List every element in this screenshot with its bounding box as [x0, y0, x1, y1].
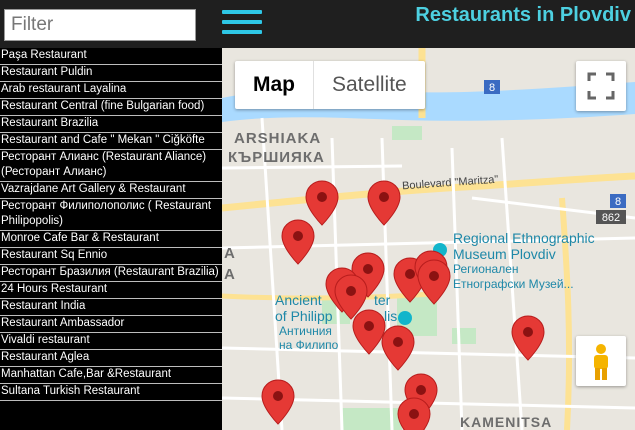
list-item[interactable]: Vazrajdane Art Gallery & Restaurant [0, 182, 222, 199]
map-type-control: Map Satellite [235, 61, 425, 109]
list-item[interactable]: Restaurant Aglea [0, 350, 222, 367]
list-item[interactable]: Ресторант Алианс (Restaurant Aliance) (Р… [0, 150, 222, 182]
restaurant-marker[interactable] [397, 397, 431, 430]
restaurant-marker[interactable] [281, 219, 315, 265]
list-item[interactable]: Vivaldi restaurant [0, 333, 222, 350]
restaurant-marker[interactable] [417, 259, 451, 305]
restaurant-marker[interactable] [352, 309, 386, 355]
top-bar: Restaurants in Plovdiv [0, 0, 635, 48]
map-type-satellite-button[interactable]: Satellite [314, 61, 425, 109]
restaurant-marker[interactable] [381, 325, 415, 371]
list-item[interactable]: Restaurant Brazilia [0, 116, 222, 133]
page-title: Restaurants in Plovdiv [415, 4, 631, 26]
list-item[interactable]: 24 Hours Restaurant [0, 282, 222, 299]
map-type-map-button[interactable]: Map [235, 61, 314, 109]
list-item[interactable]: Manhattan Cafe,Bar &Restaurant [0, 367, 222, 384]
list-item[interactable]: Ресторант Бразилия (Restaurant Brazilia) [0, 265, 222, 282]
fullscreen-button[interactable] [576, 61, 626, 111]
list-item[interactable]: Restaurant India [0, 299, 222, 316]
filter-input[interactable] [4, 9, 196, 41]
list-item[interactable]: Restaurant Central (fine Bulgarian food) [0, 99, 222, 116]
restaurant-marker[interactable] [261, 379, 295, 425]
list-item[interactable]: Monroe Cafe Bar & Restaurant [0, 231, 222, 248]
restaurant-marker[interactable] [305, 180, 339, 226]
list-item[interactable]: Restaurant Sq Ennio [0, 248, 222, 265]
list-item[interactable]: Paşa Restaurant [0, 48, 222, 65]
restaurant-list: Paşa Restaurant Restaurant Puldin Arab r… [0, 48, 222, 430]
map-view[interactable]: 8 8 862 ARSHIAKA КЪРШИЯКА Boulevard "Mar… [222, 48, 635, 430]
list-item[interactable]: Restaurant Puldin [0, 65, 222, 82]
list-item[interactable]: Arab restaurant Layalina [0, 82, 222, 99]
fullscreen-icon [587, 72, 615, 100]
list-item[interactable]: Ресторант Филиполополис ( Restaurant Phi… [0, 199, 222, 231]
pegman-icon [594, 344, 608, 380]
hamburger-menu-icon[interactable] [222, 10, 262, 38]
list-item[interactable]: Restaurant and Cafe " Mekan " Ciğköfte [0, 133, 222, 150]
restaurant-marker[interactable] [367, 180, 401, 226]
list-item[interactable]: Sultana Turkish Restaurant [0, 384, 222, 401]
street-view-button[interactable] [576, 336, 626, 386]
restaurant-marker[interactable] [511, 315, 545, 361]
list-item[interactable]: Restaurant Ambassador [0, 316, 222, 333]
